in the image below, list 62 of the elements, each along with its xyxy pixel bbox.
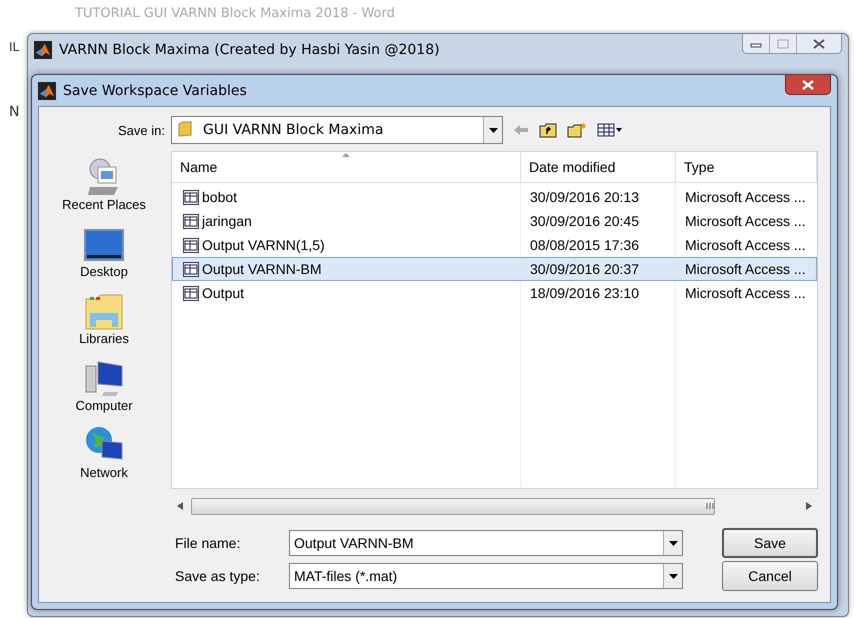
minimize-button[interactable]	[743, 34, 770, 53]
file-row[interactable]: Output VARNN(1,5) 08/08/2015 17:36 Microsoft Access ...	[172, 233, 817, 257]
file-name: Output	[202, 285, 244, 301]
close-button[interactable]	[785, 75, 831, 95]
scroll-thumb[interactable]	[191, 498, 715, 514]
app-icon	[34, 41, 52, 59]
cancel-button[interactable]: Cancel	[722, 561, 818, 591]
table-cell-text: 30/09/2016 20:13	[529, 188, 640, 207]
table-cell-text: 08/08/2015 17:36	[529, 236, 640, 255]
file-row[interactable]: Output 18/09/2016 23:10 Microsoft Access ...	[172, 281, 817, 305]
table-cell-text: Microsoft Access ...	[684, 236, 807, 255]
table-cell-text: 18/09/2016 23:10	[529, 284, 640, 303]
file-type-dropdown[interactable]: MAT-files (*.mat)	[289, 563, 683, 589]
folder-dropdown[interactable]: GUI VARNN Block Maxima	[171, 116, 503, 144]
column-header[interactable]: Date modified	[521, 152, 676, 182]
file-row[interactable]: bobot 30/09/2016 20:13 Microsoft Access ...	[172, 185, 817, 209]
app-icon	[38, 82, 56, 100]
table-cell-text: 30/09/2016 20:45	[529, 212, 640, 231]
field-label: Save as type:	[174, 568, 261, 584]
file-icon	[183, 238, 199, 252]
file-row[interactable]: jaringan 30/09/2016 20:45 Microsoft Access ...	[172, 209, 817, 233]
text-fragment: N	[9, 104, 20, 120]
column-header[interactable]: Name	[172, 152, 521, 182]
file-row[interactable]: Output VARNN-BM 30/09/2016 20:37 Microsoft Access ...	[172, 257, 817, 281]
save-button[interactable]: Save	[722, 528, 818, 558]
file-name: jaringan	[202, 213, 252, 229]
window-title: VARNN Block Maxima (Created by Hasbi Yasin @2018)	[59, 42, 440, 58]
file-name: Output VARNN-BM	[202, 261, 322, 277]
up-folder-icon[interactable]	[539, 122, 557, 138]
place-item[interactable]: Libraries	[79, 289, 129, 346]
file-name-field[interactable]: Output VARNN-BM	[289, 530, 683, 556]
close-icon	[802, 80, 814, 90]
file-icon	[183, 262, 199, 276]
dialog-title: Save Workspace Variables	[63, 82, 247, 98]
grip-icon	[706, 503, 714, 509]
file-icon	[183, 190, 199, 204]
new-folder-icon[interactable]	[567, 122, 587, 138]
scroll-right-icon[interactable]	[806, 502, 812, 510]
place-item[interactable]: Network	[80, 423, 128, 480]
table-cell-text: Microsoft Access ...	[684, 260, 807, 279]
file-name: bobot	[202, 189, 238, 205]
table-cell-text: Microsoft Access ...	[684, 212, 807, 231]
file-icon	[183, 286, 199, 300]
place-item[interactable]: Computer	[75, 356, 133, 413]
field-label: Save in:	[117, 122, 165, 138]
file-icon	[183, 214, 199, 228]
table-cell-text: Microsoft Access ...	[684, 188, 807, 207]
file-name: Output VARNN(1,5)	[202, 237, 325, 253]
table-cell-text: Microsoft Access ...	[684, 284, 807, 303]
place-item[interactable]: Desktop	[80, 222, 128, 279]
column-header[interactable]: Type	[676, 152, 817, 182]
close-button[interactable]	[797, 34, 841, 53]
window-title: TUTORIAL GUI VARNN Block Maxima 2018 - Word	[75, 6, 395, 21]
close-icon	[813, 38, 825, 48]
field-label: File name:	[174, 535, 242, 551]
scroll-left-icon[interactable]	[177, 502, 183, 510]
sort-arrow-icon	[342, 153, 350, 157]
place-item[interactable]: Recent Places	[62, 155, 146, 212]
text-fragment: IL	[9, 40, 20, 54]
maximize-icon	[777, 38, 789, 48]
table-cell-text: 30/09/2016 20:37	[529, 260, 640, 279]
view-menu-icon[interactable]	[597, 123, 623, 137]
